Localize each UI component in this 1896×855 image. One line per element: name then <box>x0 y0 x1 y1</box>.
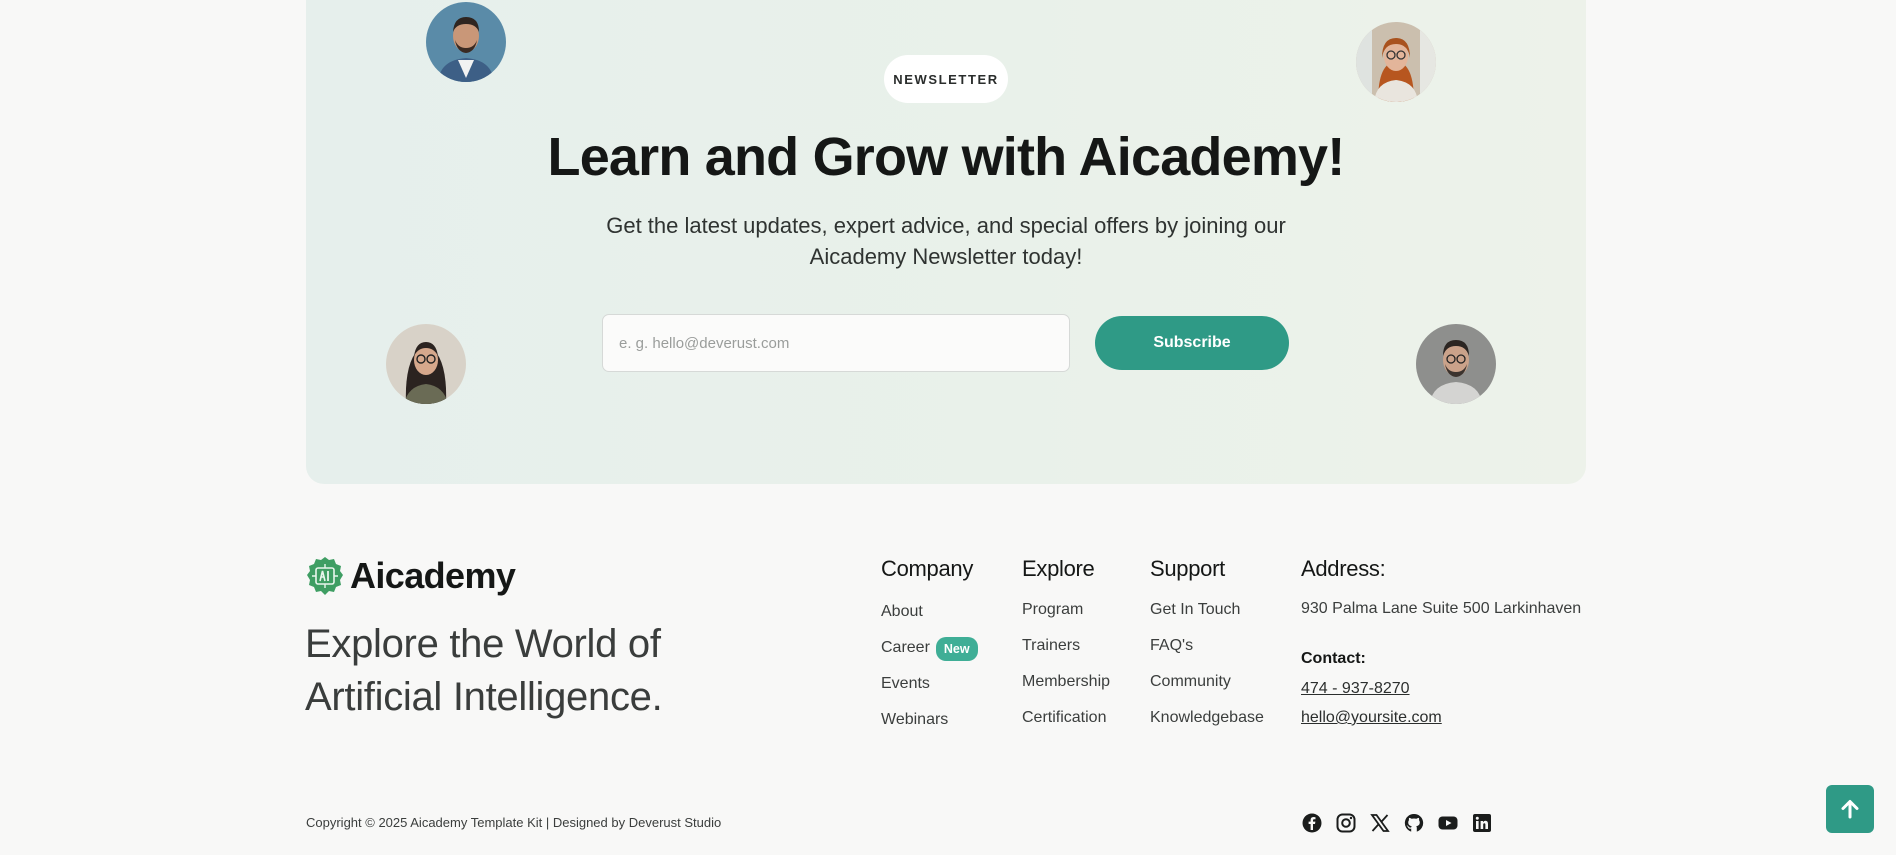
link-label: Career <box>881 639 930 656</box>
footer-link-faqs[interactable]: FAQ's <box>1150 636 1264 672</box>
footer-brand[interactable]: Aicademy <box>306 555 516 597</box>
social-links <box>1302 813 1492 833</box>
facebook-icon[interactable] <box>1302 813 1322 833</box>
subscribe-button[interactable]: Subscribe <box>1095 316 1289 370</box>
instagram-icon[interactable] <box>1336 813 1356 833</box>
avatar <box>426 2 506 82</box>
email-input[interactable] <box>602 314 1070 372</box>
newsletter-badge: NEWSLETTER <box>884 55 1008 103</box>
back-to-top-button[interactable] <box>1826 785 1874 833</box>
link-label: Webinars <box>881 711 949 728</box>
footer-link-certification[interactable]: Certification <box>1022 708 1110 744</box>
youtube-icon[interactable] <box>1438 813 1458 833</box>
footer-link-webinars[interactable]: Webinars <box>881 710 978 746</box>
footer-link-about[interactable]: About <box>881 602 978 638</box>
avatar <box>1356 22 1436 102</box>
linkedin-icon[interactable] <box>1472 813 1492 833</box>
footer-link-community[interactable]: Community <box>1150 672 1264 708</box>
aicademy-logo-icon <box>306 556 344 596</box>
column-heading: Company <box>881 556 974 581</box>
phone-link[interactable]: 474 - 937-8270 <box>1301 680 1581 709</box>
x-icon[interactable] <box>1370 813 1390 833</box>
footer-link-program[interactable]: Program <box>1022 600 1110 636</box>
new-badge: New <box>935 637 978 661</box>
footer-link-get-in-touch[interactable]: Get In Touch <box>1150 600 1264 636</box>
newsletter-subtitle: Get the latest updates, expert advice, a… <box>606 213 1286 269</box>
footer-link-career[interactable]: Career New <box>881 637 978 674</box>
footer-tagline: Explore the World of Artificial Intellig… <box>305 622 663 719</box>
copyright-text: Copyright © 2025 Aicademy Template Kit |… <box>306 815 722 830</box>
footer-link-membership[interactable]: Membership <box>1022 672 1110 708</box>
email-link[interactable]: hello@yoursite.com <box>1301 709 1581 738</box>
column-heading: Support <box>1150 556 1225 581</box>
footer-column-support: Support Get In Touch FAQ's Community Kno… <box>1150 556 1264 744</box>
footer-link-knowledgebase[interactable]: Knowledgebase <box>1150 708 1264 744</box>
contact-label: Contact: <box>1301 650 1366 667</box>
newsletter-title: Learn and Grow with Aicademy! <box>547 127 1346 187</box>
arrow-up-icon <box>1841 800 1859 819</box>
address-line: 930 Palma Lane Suite 500 Larkinhaven <box>1301 600 1582 617</box>
github-icon[interactable] <box>1404 813 1424 833</box>
footer-column-address: Address: 930 Palma Lane Suite 500 Larkin… <box>1301 556 1581 738</box>
avatar <box>386 324 466 404</box>
link-label: About <box>881 603 923 620</box>
avatar <box>1416 324 1496 404</box>
column-heading: Explore <box>1022 556 1095 581</box>
footer-link-events[interactable]: Events <box>881 674 978 710</box>
footer-column-company: Company About Career New Events Webinars <box>881 556 978 746</box>
brand-name: Aicademy <box>350 555 516 596</box>
footer-column-explore: Explore Program Trainers Membership Cert… <box>1022 556 1110 744</box>
link-label: Events <box>881 675 930 692</box>
footer-link-trainers[interactable]: Trainers <box>1022 636 1110 672</box>
column-heading: Address: <box>1301 556 1386 581</box>
